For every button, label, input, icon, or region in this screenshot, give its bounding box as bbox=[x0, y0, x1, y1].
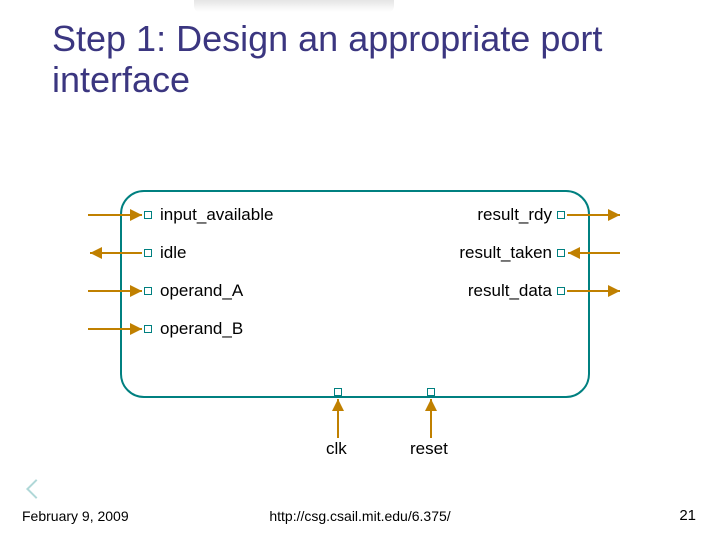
footer-page-number: 21 bbox=[679, 507, 696, 524]
pin-reset bbox=[427, 388, 435, 396]
label-idle: idle bbox=[160, 243, 186, 263]
pin-result-data bbox=[557, 287, 565, 295]
label-operand-a: operand_A bbox=[160, 281, 243, 301]
label-clk: clk bbox=[326, 439, 347, 459]
pin-result-taken bbox=[557, 249, 565, 257]
slide-title: Step 1: Design an appropriate port inter… bbox=[52, 18, 672, 101]
pin-operand-a bbox=[144, 287, 152, 295]
label-operand-b: operand_B bbox=[160, 319, 243, 339]
pin-result-rdy bbox=[557, 211, 565, 219]
label-reset: reset bbox=[410, 439, 448, 459]
slide-corner-decoration bbox=[26, 479, 46, 499]
label-result-data: result_data bbox=[468, 281, 552, 301]
label-result-rdy: result_rdy bbox=[477, 205, 552, 225]
footer-url: http://csg.csail.mit.edu/6.375/ bbox=[269, 508, 450, 524]
slide-top-shadow bbox=[194, 0, 394, 12]
slide: Step 1: Design an appropriate port inter… bbox=[0, 0, 720, 540]
pin-clk bbox=[334, 388, 342, 396]
footer-date: February 9, 2009 bbox=[22, 508, 129, 524]
label-input-available: input_available bbox=[160, 205, 273, 225]
pin-input-available bbox=[144, 211, 152, 219]
pin-operand-b bbox=[144, 325, 152, 333]
pin-idle bbox=[144, 249, 152, 257]
label-result-taken: result_taken bbox=[459, 243, 552, 263]
